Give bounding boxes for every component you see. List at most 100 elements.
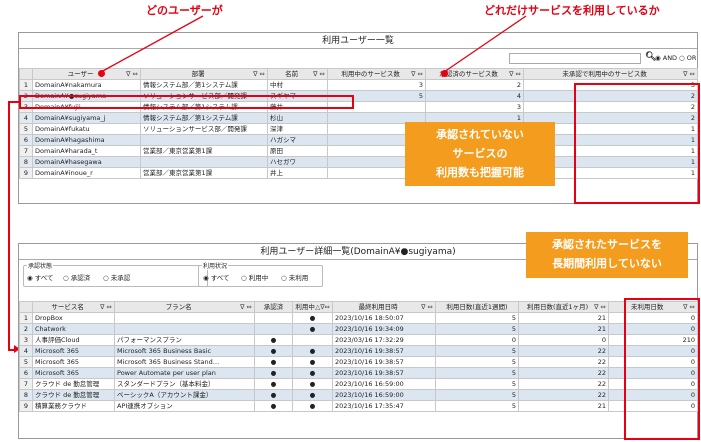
days-month-cell: 22: [518, 356, 609, 368]
col-days-month[interactable]: 利用日数(直近1ヶ月) ∇ ⇔: [518, 301, 609, 313]
col-using[interactable]: 利用中のサービス数 ∇ ⇔: [327, 68, 426, 80]
count-pointer-line: [443, 15, 527, 73]
row-number: 2: [19, 323, 33, 335]
table-row[interactable]: 8 クラウド de 勤怠管理 ベーシックA（アカウント課金） ● ● 2023/10/16…: [19, 389, 698, 401]
approved-count-cell: 3: [425, 101, 524, 113]
table-row[interactable]: 3 人事評価Cloud パフォーマンスプラン ● 2023/03/16 17:32:29…: [19, 334, 698, 346]
plan-cell: API連携オプション: [114, 400, 255, 412]
approved-count-cell: 4: [425, 90, 524, 102]
approval-all-radio[interactable]: ◉ すべて: [27, 272, 54, 282]
days-week-cell: 5: [435, 389, 519, 401]
table-row[interactable]: 4 Microsoft 365 Microsoft 365 Business Bas…: [19, 345, 698, 357]
table-row[interactable]: 2 Chatwork ● 2023/10/16 19:34:09 5 21 0: [19, 323, 698, 335]
row-number: 8: [19, 156, 33, 168]
plan-cell: Microsoft 365 Business Stand…: [114, 356, 255, 368]
approved-cell: ●: [254, 345, 293, 357]
user-cell: DomainA¥harada_t: [32, 145, 141, 157]
days-week-cell: 5: [435, 400, 519, 412]
using-count-cell: 3: [327, 79, 426, 91]
user-cell: DomainA¥fukatu: [32, 123, 141, 135]
using-cell: ●: [292, 345, 333, 357]
using-cell: ●: [292, 323, 333, 335]
usage-using-radio[interactable]: ○ 利用中: [241, 272, 268, 282]
usage-all-radio[interactable]: ◉ すべて: [203, 272, 230, 282]
col-last-used[interactable]: 最終利用日時 ∇ ⇔: [332, 301, 436, 313]
service-cell: Chatwork: [32, 323, 115, 335]
table-row[interactable]: 1 DropBox ● 2023/10/16 18:50:07 5 21 0: [19, 312, 698, 324]
and-radio[interactable]: ◉ AND: [655, 54, 677, 62]
approval-filter-label: 承認状態: [27, 261, 54, 270]
row-number: 5: [19, 356, 33, 368]
dept-cell: 情報システム部／第1システム課: [140, 79, 268, 91]
dept-cell: 営業部／東京営業第1課: [140, 145, 268, 157]
days-week-cell: 5: [435, 378, 519, 390]
days-month-cell: 21: [518, 323, 609, 335]
name-cell: 中村: [267, 79, 328, 91]
table-row[interactable]: 6 Microsoft 365 Power Automate per user pl…: [19, 367, 698, 379]
last-used-cell: 2023/10/16 19:34:09: [332, 323, 436, 335]
dept-cell: [140, 134, 268, 146]
name-cell: 井上: [267, 167, 328, 179]
days-week-cell: 5: [435, 367, 519, 379]
connector-h1: [8, 101, 20, 103]
name-cell: 杉山: [267, 112, 328, 124]
approved-cell: [254, 323, 293, 335]
row-number: 7: [19, 378, 33, 390]
using-cell: ●: [292, 356, 333, 368]
row-number: 4: [19, 112, 33, 124]
using-cell: ●: [292, 400, 333, 412]
table-row[interactable]: 7 クラウド de 勤怠管理 スタンダードプラン（基本料金） ● ● 2023/10/16…: [19, 378, 698, 390]
col-service[interactable]: サービス名 ∇ ⇔: [32, 301, 115, 313]
service-cell: クラウド de 勤怠管理: [32, 378, 115, 390]
connector-v: [8, 101, 10, 350]
table-row[interactable]: 5 Microsoft 365 Microsoft 365 Business Sta…: [19, 356, 698, 368]
last-used-cell: 2023/10/16 17:35:47: [332, 400, 436, 412]
days-week-cell: 5: [435, 356, 519, 368]
col-approved[interactable]: 承認済: [254, 301, 293, 313]
row-number: 9: [19, 400, 33, 412]
service-cell: 人事評価Cloud: [32, 334, 115, 346]
last-used-cell: 2023/03/16 17:32:29: [332, 334, 436, 346]
user-cell: DomainA¥hasegawa: [32, 156, 141, 168]
service-cell: Microsoft 365: [32, 345, 115, 357]
approved-cell: [254, 312, 293, 324]
row-number: 5: [19, 123, 33, 135]
service-cell: Microsoft 365: [32, 367, 115, 379]
user-cell: DomainA¥hagashima: [32, 134, 141, 146]
unapproved-count-highlight: [574, 83, 700, 204]
table-row[interactable]: 9 積算業務クラウド API連携オプション ● ● 2023/10/16 17:35:47…: [19, 400, 698, 412]
name-cell: ハセガワ: [267, 156, 328, 168]
using-cell: [292, 334, 333, 346]
col-days-week[interactable]: 利用日数(直近1週間): [435, 301, 519, 313]
service-cell: Microsoft 365: [32, 356, 115, 368]
last-used-cell: 2023/10/16 19:38:57: [332, 345, 436, 357]
approval-approved-radio[interactable]: ○ 承認済: [63, 272, 90, 282]
dept-cell: 営業部／東京営業第1課: [140, 167, 268, 179]
callout-idle: 承認されたサービスを 長期間利用していない: [526, 232, 688, 278]
col-unapproved[interactable]: 未承認で利用中のサービス数 ∇ ⇔: [523, 68, 698, 80]
col-using[interactable]: 利用中 △∇⇔: [292, 301, 333, 313]
approved-cell: ●: [254, 334, 293, 346]
using-cell: ●: [292, 312, 333, 324]
approved-count-cell: 2: [425, 79, 524, 91]
plan-cell: ベーシックA（アカウント課金）: [114, 389, 255, 401]
days-month-cell: 22: [518, 345, 609, 357]
usage-unused-radio[interactable]: ○ 未利用: [281, 272, 308, 282]
plan-cell: スタンダードプラン（基本料金）: [114, 378, 255, 390]
or-radio[interactable]: ○ OR: [679, 54, 696, 62]
days-month-cell: 22: [518, 378, 609, 390]
user-cell: DomainA¥inoue_r: [32, 167, 141, 179]
days-week-cell: 5: [435, 345, 519, 357]
last-used-cell: 2023/10/16 19:38:57: [332, 367, 436, 379]
days-month-cell: 22: [518, 367, 609, 379]
last-used-cell: 2023/10/16 16:59:00: [332, 389, 436, 401]
approved-cell: ●: [254, 356, 293, 368]
service-detail-table: サービス名 ∇ ⇔ プラン名 ∇ ⇔ 承認済 利用中 △∇⇔ 最終利用日時 ∇ ⇔ 利用…: [19, 301, 698, 412]
plan-cell: Power Automate per user plan: [114, 367, 255, 379]
col-plan[interactable]: プラン名 ∇ ⇔: [114, 301, 255, 313]
approved-cell: ●: [254, 400, 293, 412]
service-detail-header: サービス名 ∇ ⇔ プラン名 ∇ ⇔ 承認済 利用中 △∇⇔ 最終利用日時 ∇ ⇔ 利用…: [19, 301, 698, 313]
approval-unapproved-radio[interactable]: ○ 未承認: [103, 272, 130, 282]
col-name[interactable]: 名前 ∇ ⇔: [267, 68, 328, 80]
days-month-cell: 21: [518, 400, 609, 412]
